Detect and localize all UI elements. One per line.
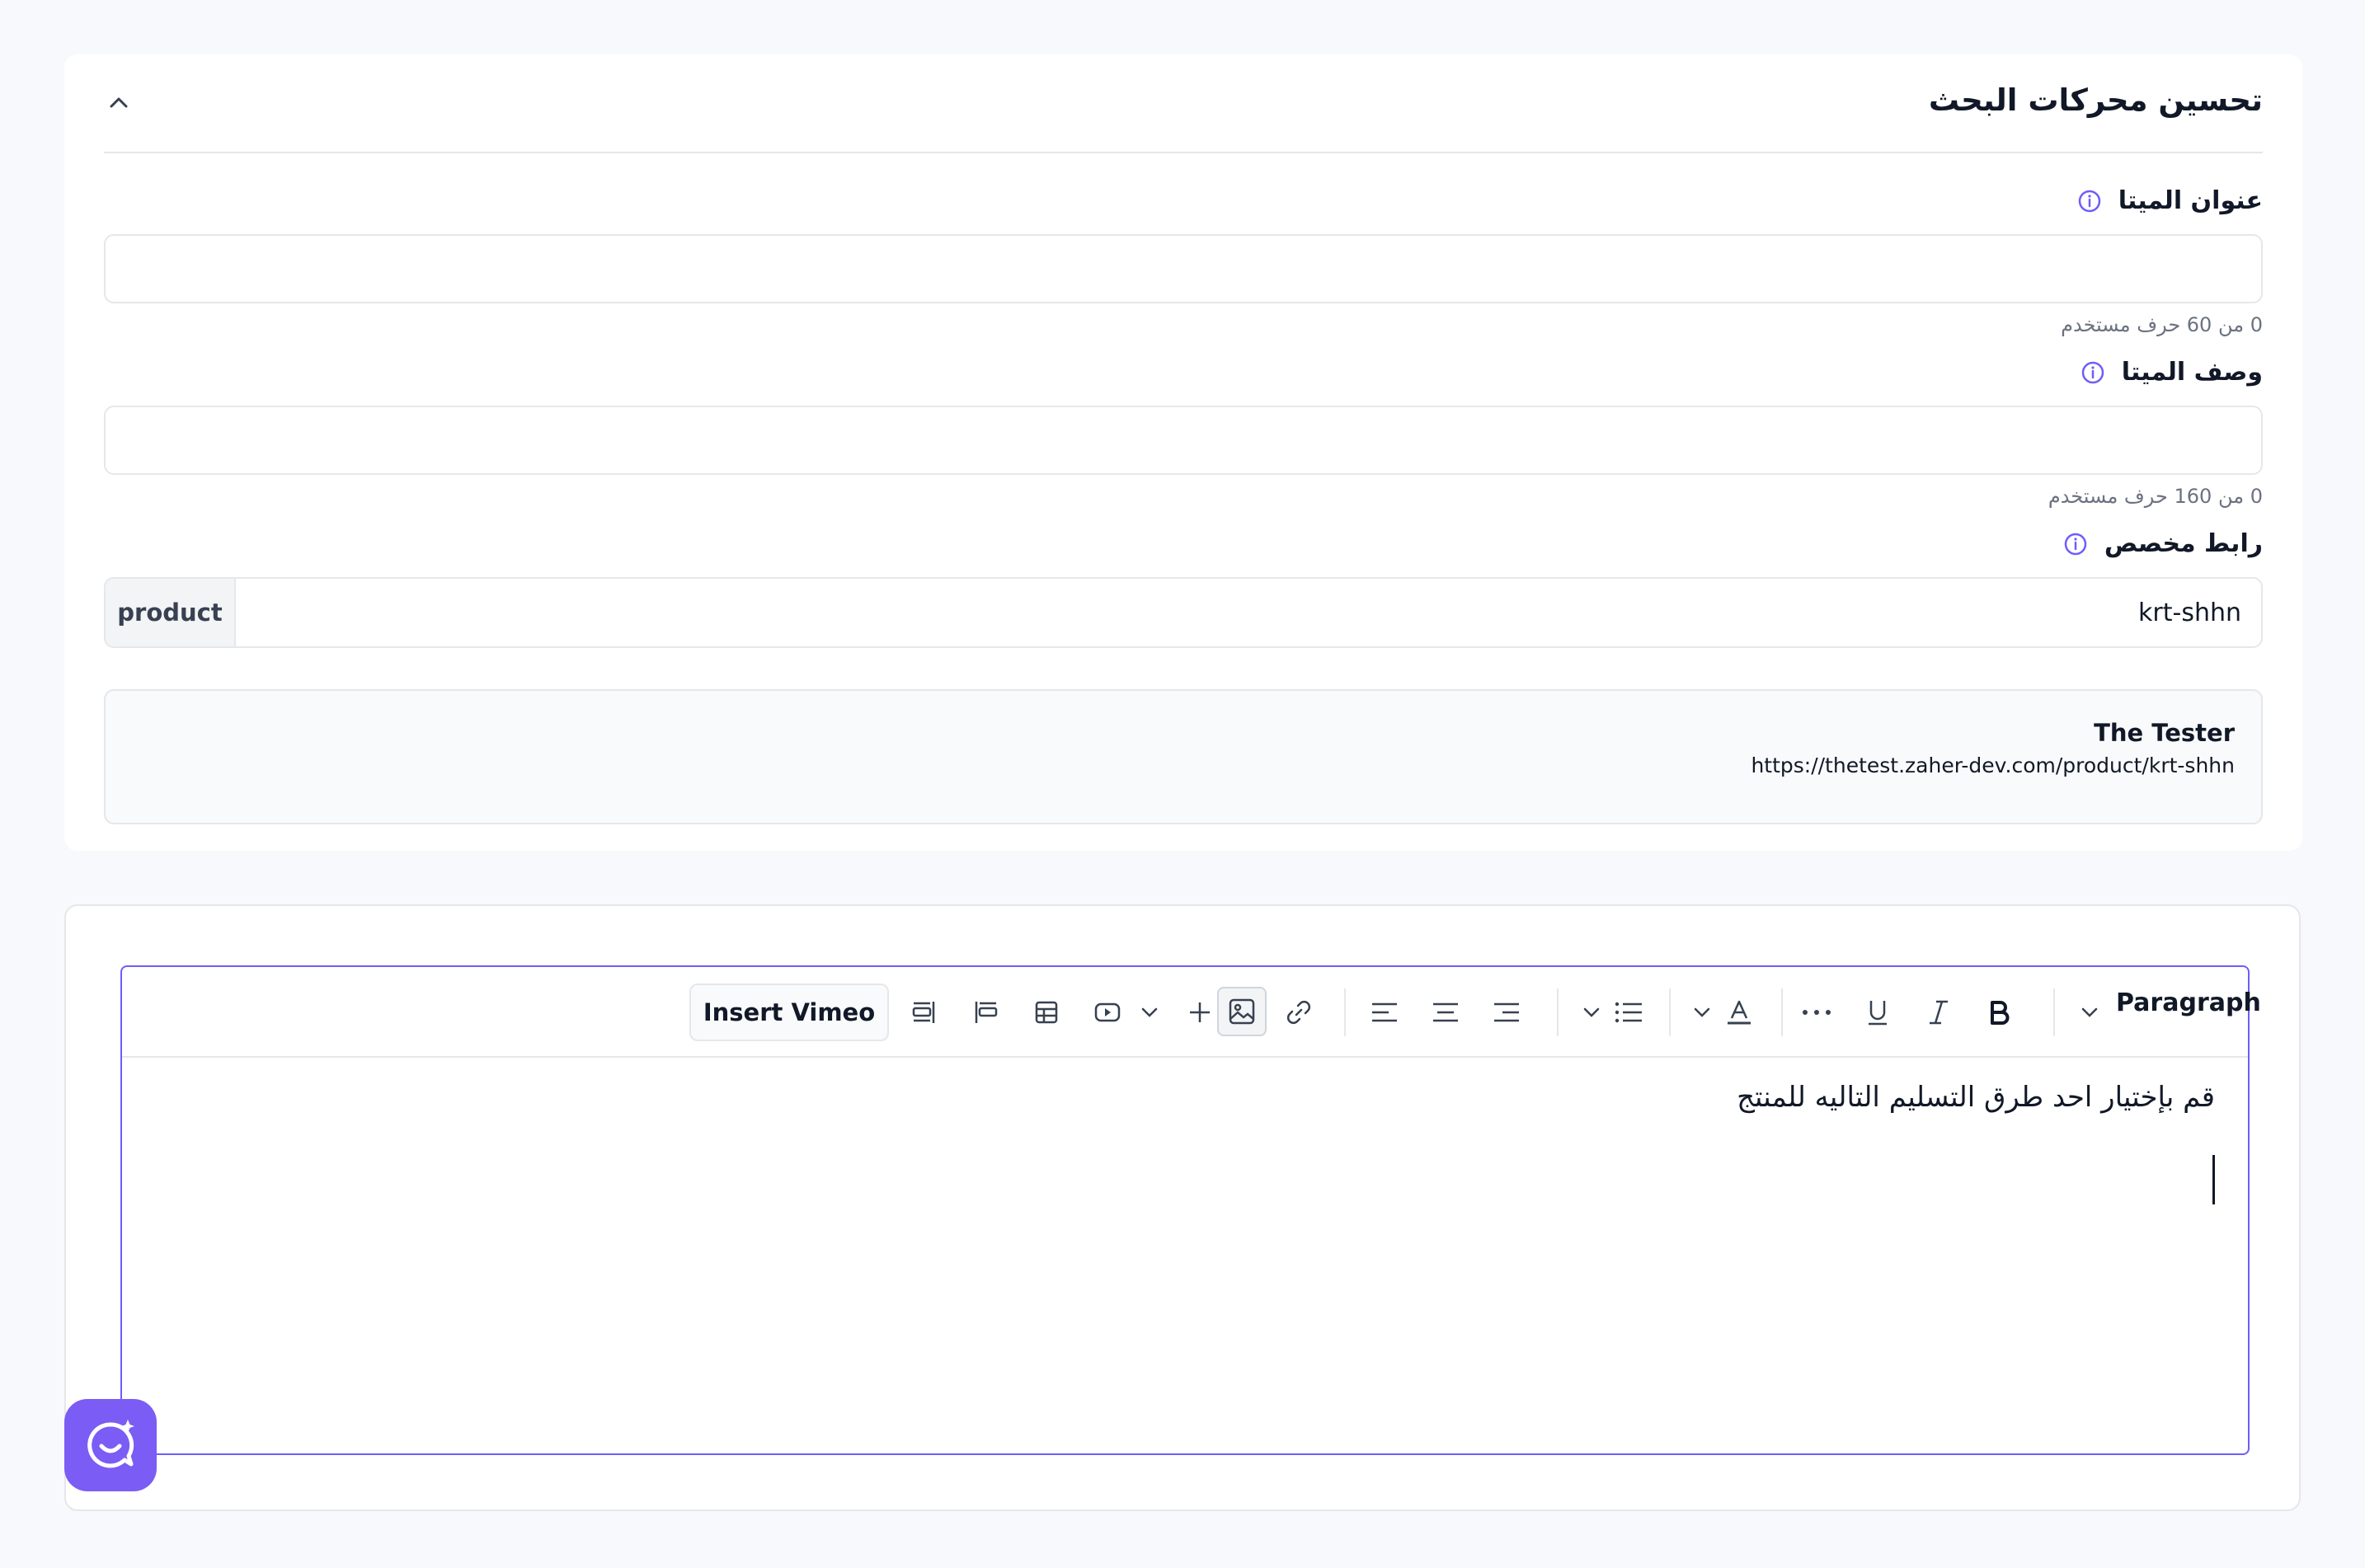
text-color-dropdown-button[interactable] (1687, 992, 1717, 1033)
meta-title-counter: 0 من 60 حرف مستخدم (2061, 313, 2263, 336)
info-icon[interactable] (2081, 360, 2105, 385)
rich-text-editor: Insert Vimeo Paragraph قم بإختيار احد طر… (120, 965, 2261, 1455)
block-type-select[interactable]: Paragraph (2116, 988, 2261, 1017)
align-end-icon (912, 1002, 935, 1023)
image-icon (1229, 998, 1255, 1025)
info-icon[interactable] (2063, 532, 2088, 556)
bold-button[interactable] (1979, 992, 2020, 1033)
table-icon (1035, 1001, 1058, 1024)
custom-link-label: رابط مخصص (2063, 529, 2263, 558)
collapse-button[interactable] (104, 87, 134, 117)
meta-title-input[interactable] (104, 234, 2263, 303)
align-right-button[interactable] (1486, 992, 1527, 1033)
insert-button[interactable] (1179, 992, 1220, 1033)
align-end-button[interactable] (904, 992, 945, 1033)
chevron-down-icon (1694, 1007, 1710, 1017)
more-icon (1803, 1010, 1831, 1015)
seo-card: تحسين محركات البحث عنوان الميتا 0 من 60 … (64, 54, 2302, 851)
section-divider (104, 152, 2263, 153)
video-dropdown-button[interactable] (1135, 992, 1164, 1033)
editor-content-area[interactable]: قم بإختيار احد طرق التسليم التاليه للمنت… (122, 1058, 2248, 1453)
italic-button[interactable] (1918, 992, 1959, 1033)
align-start-button[interactable] (965, 992, 1006, 1033)
ai-chat-button[interactable] (64, 1399, 157, 1491)
meta-title-label: عنوان الميتا (2077, 186, 2263, 215)
chevron-up-icon (110, 97, 128, 108)
slug-input[interactable]: krt-shhn (236, 579, 2261, 646)
chevron-down-icon (2081, 1007, 2098, 1017)
section-title: تحسين محركات البحث (1928, 82, 2263, 118)
align-center-button[interactable] (1425, 992, 1466, 1033)
text-color-button[interactable] (1719, 992, 1760, 1033)
chevron-down-icon (1141, 1007, 1158, 1017)
chevron-down-icon (1583, 1007, 1600, 1017)
toolbar-separator (1344, 988, 1346, 1036)
search-preview: The Tester https://thetest.zaher-dev.com… (104, 689, 2263, 824)
custom-link-label-text: رابط مخصص (2104, 529, 2263, 558)
more-button[interactable] (1796, 992, 1837, 1033)
meta-description-label-text: وصف الميتا (2121, 358, 2263, 387)
toolbar-separator (2053, 988, 2055, 1036)
url-prefix: product (106, 579, 236, 646)
editor-toolbar: Insert Vimeo Paragraph (122, 967, 2261, 1058)
text-caret (2212, 1155, 2215, 1204)
align-right-icon (1494, 1002, 1519, 1022)
insert-vimeo-button[interactable]: Insert Vimeo (689, 984, 889, 1041)
editor-paragraph[interactable]: قم بإختيار احد طرق التسليم التاليه للمنت… (1737, 1081, 2215, 1114)
video-icon (1094, 1002, 1121, 1022)
editor-card: Insert Vimeo Paragraph قم بإختيار احد طر… (64, 904, 2301, 1511)
text-color-icon (1728, 1000, 1751, 1025)
link-icon (1286, 1000, 1311, 1025)
meta-title-label-text: عنوان الميتا (2118, 186, 2263, 215)
underline-icon (1869, 1001, 1887, 1026)
plus-icon (1190, 1002, 1210, 1022)
list-dropdown-button[interactable] (1577, 992, 1606, 1033)
chat-sparkle-icon (87, 1420, 134, 1468)
meta-title-field[interactable] (106, 236, 2261, 302)
table-button[interactable] (1026, 992, 1067, 1033)
toolbar-separator (1781, 988, 1783, 1036)
list-button[interactable] (1608, 992, 1649, 1033)
meta-description-counter: 0 من 160 حرف مستخدم (2048, 485, 2263, 508)
meta-description-input[interactable] (104, 406, 2263, 475)
info-icon[interactable] (2077, 189, 2102, 214)
meta-description-field[interactable] (106, 407, 2261, 473)
align-left-button[interactable] (1364, 992, 1405, 1033)
toolbar-separator (1669, 988, 1671, 1036)
align-start-icon (975, 1002, 998, 1023)
align-left-icon (1372, 1002, 1397, 1022)
italic-icon (1930, 1000, 1948, 1025)
preview-url: https://thetest.zaher-dev.com/product/kr… (1751, 753, 2235, 777)
toolbar-separator (1557, 988, 1559, 1036)
meta-description-label: وصف الميتا (2081, 358, 2263, 387)
underline-button[interactable] (1857, 992, 1898, 1033)
video-button[interactable] (1087, 992, 1128, 1033)
bold-icon (1991, 1001, 2010, 1025)
custom-link-input-group: product krt-shhn (104, 577, 2263, 648)
block-type-dropdown-button[interactable] (2075, 992, 2104, 1033)
image-button[interactable] (1217, 987, 1267, 1036)
preview-title: The Tester (2094, 719, 2235, 747)
align-center-icon (1433, 1002, 1458, 1022)
list-icon (1615, 1002, 1642, 1023)
link-button[interactable] (1278, 992, 1319, 1033)
